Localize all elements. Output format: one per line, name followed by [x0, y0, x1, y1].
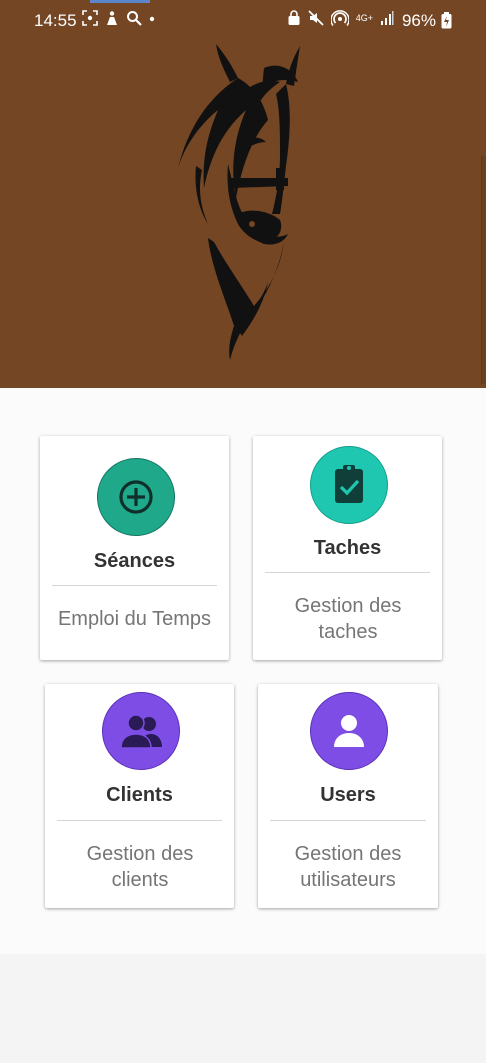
battery-icon: [441, 12, 452, 29]
bottom-area: [0, 954, 486, 1063]
status-left-icons: [82, 10, 156, 26]
card-description: Gestion des clients: [86, 843, 194, 891]
card-title: Clients: [106, 784, 173, 806]
card-description: Gestion des utilisateurs: [294, 843, 402, 891]
card-title: Séances: [93, 550, 176, 572]
screenshot-icon: [82, 10, 98, 26]
status-bar: 14:55 4G+ 96%: [0, 0, 486, 42]
card-divider: [57, 820, 222, 821]
lock-icon: [288, 10, 300, 25]
add-circle-icon: [96, 458, 175, 536]
group-icon: [101, 692, 180, 770]
card-title: Taches: [313, 537, 382, 559]
hotspot-icon: [330, 10, 349, 26]
scroll-edge: [481, 156, 486, 384]
status-right-icons: 4G+: [287, 10, 394, 26]
dashboard-grid: Séances Emploi du Temps Taches Gestion d…: [0, 388, 486, 954]
network-label: 4G+: [355, 12, 373, 23]
mute-icon: [308, 10, 324, 26]
dot-icon: [149, 16, 155, 22]
card-clients[interactable]: Clients Gestion des clients: [45, 684, 234, 908]
card-description: Gestion des taches: [294, 595, 402, 643]
card-description: Emploi du Temps: [57, 608, 212, 630]
header-banner: 14:55 4G+ 96%: [0, 0, 486, 388]
signal-icon: [381, 11, 394, 25]
card-seances[interactable]: Séances Emploi du Temps: [40, 436, 229, 660]
status-time: 14:55: [34, 11, 77, 30]
person-icon: [310, 692, 388, 770]
clipboard-check-icon: [309, 446, 388, 524]
card-users[interactable]: Users Gestion des utilisateurs: [258, 684, 438, 908]
card-divider: [265, 572, 430, 573]
card-divider: [270, 820, 426, 821]
accessibility-icon: [107, 11, 117, 25]
battery-percent: 96%: [401, 11, 436, 30]
card-divider: [52, 585, 217, 586]
card-title: Users: [320, 784, 376, 806]
card-taches[interactable]: Taches Gestion des taches: [253, 436, 442, 660]
horse-head-logo: [178, 44, 300, 360]
search-icon: [127, 11, 142, 26]
